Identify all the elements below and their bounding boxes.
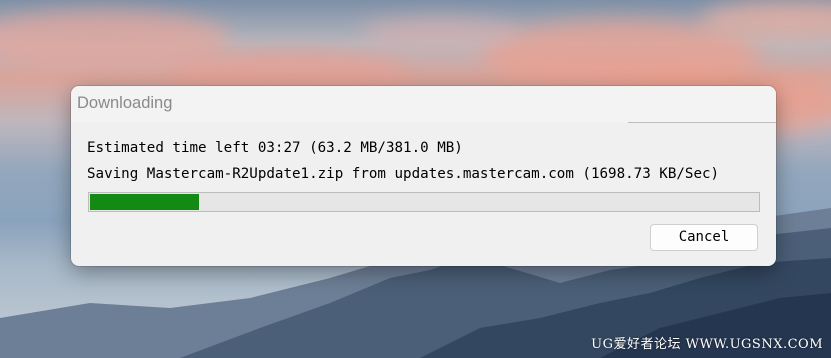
dialog-title: Downloading bbox=[77, 94, 173, 112]
cancel-button[interactable]: Cancel bbox=[650, 224, 758, 251]
progress-fill bbox=[90, 194, 200, 210]
watermark-text: UG爱好者论坛 WWW.UGSNX.COM bbox=[591, 337, 823, 352]
estimated-time-text: Estimated time left 03:27 (63.2 MB/381.0… bbox=[87, 140, 463, 156]
saving-file-text: Saving Mastercam-R2Update1.zip from upda… bbox=[87, 166, 720, 182]
title-divider bbox=[628, 122, 776, 123]
download-progress-bar bbox=[88, 192, 760, 212]
wallpaper-cloud bbox=[360, 18, 520, 48]
download-dialog: Downloading Estimated time left 03:27 (6… bbox=[71, 86, 776, 266]
dialog-title-bar[interactable]: Downloading bbox=[71, 86, 776, 122]
